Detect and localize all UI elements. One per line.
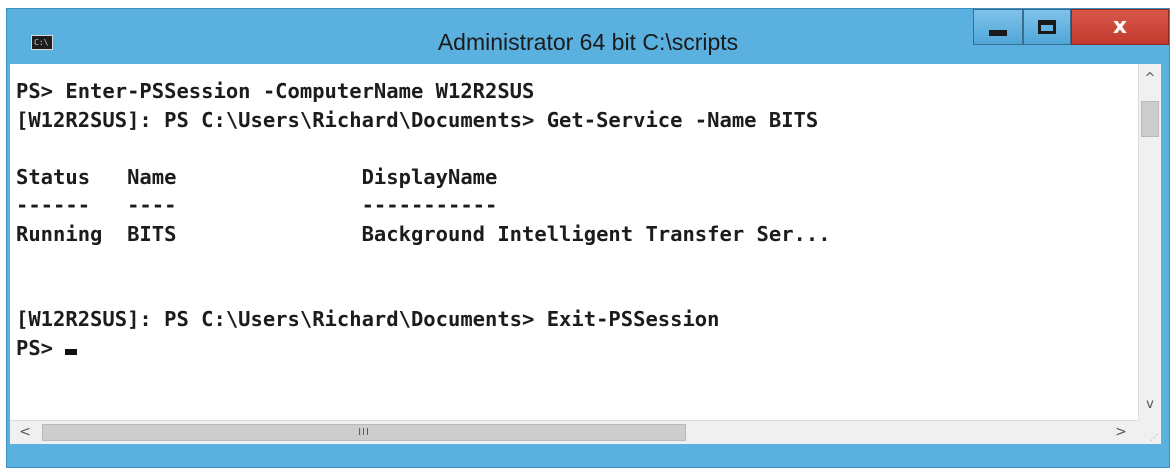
- minimize-button[interactable]: [973, 9, 1023, 45]
- scroll-down-icon[interactable]: v: [1139, 394, 1161, 416]
- console-line: [W12R2SUS]: PS C:\Users\Richard\Document…: [16, 107, 819, 132]
- vertical-scroll-thumb[interactable]: [1141, 101, 1159, 137]
- console-text: PS> Enter-PSSession -ComputerName W12R2S…: [10, 64, 1138, 362]
- console-line: ------ ---- -----------: [16, 193, 498, 217]
- resize-grip-icon: ⋰: [1150, 433, 1158, 442]
- resize-grip[interactable]: ⋰: [1138, 420, 1161, 444]
- scroll-left-icon[interactable]: <: [14, 421, 36, 444]
- horizontal-scroll-thumb[interactable]: III: [42, 424, 686, 441]
- console-line: PS> Enter-PSSession -ComputerName W12R2S…: [16, 79, 535, 103]
- maximize-button[interactable]: [1023, 9, 1071, 45]
- prompt-line[interactable]: PS>: [16, 334, 1138, 363]
- console-line: Running BITS Background Intelligent Tran…: [16, 221, 831, 246]
- scroll-up-icon[interactable]: ^: [1139, 68, 1161, 90]
- minimize-icon: [989, 30, 1007, 36]
- console-output[interactable]: PS> Enter-PSSession -ComputerName W12R2S…: [10, 64, 1138, 420]
- close-button[interactable]: x: [1071, 9, 1169, 45]
- horizontal-scrollbar[interactable]: < III >: [10, 420, 1138, 444]
- text-cursor: [65, 348, 78, 355]
- console-line: Status Name DisplayName: [16, 164, 498, 189]
- close-icon: x: [1112, 14, 1128, 39]
- scroll-right-icon[interactable]: >: [1110, 421, 1132, 444]
- console-line: [W12R2SUS]: PS C:\Users\Richard\Document…: [16, 307, 720, 331]
- maximize-icon: [1038, 20, 1056, 34]
- grip-icon: III: [358, 427, 370, 438]
- vertical-scrollbar[interactable]: ^ v: [1138, 64, 1161, 420]
- prompt-text: PS>: [16, 335, 66, 360]
